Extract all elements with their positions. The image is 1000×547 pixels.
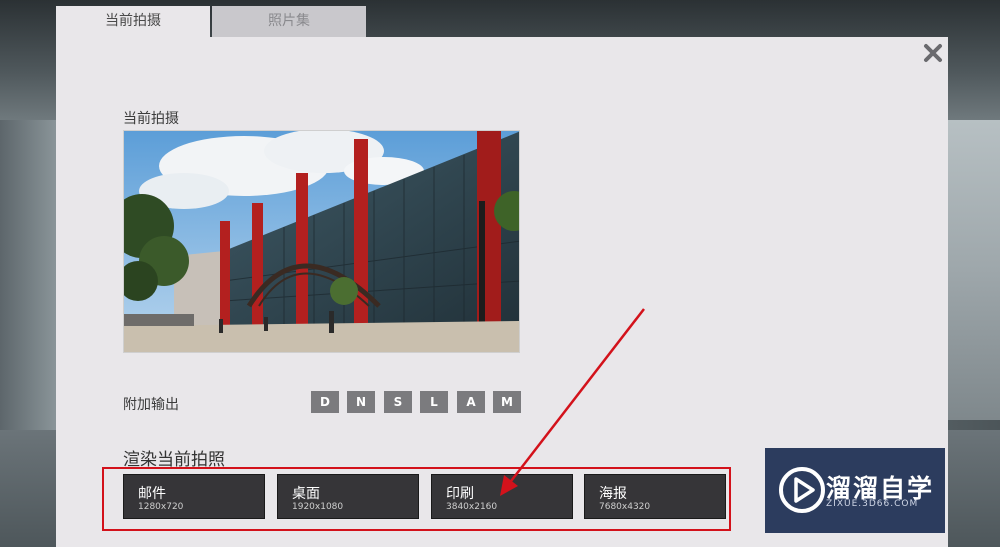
tab-current-shot[interactable]: 当前拍摄 bbox=[56, 6, 210, 37]
close-icon[interactable] bbox=[922, 42, 944, 64]
output-d-button[interactable]: D bbox=[311, 391, 339, 413]
output-m-button[interactable]: M bbox=[493, 391, 521, 413]
extra-output-label: 附加输出 bbox=[123, 397, 179, 413]
render-option-resolution: 1280x720 bbox=[138, 502, 184, 512]
current-shot-label: 当前拍摄 bbox=[123, 111, 179, 127]
render-option-resolution: 3840x2160 bbox=[446, 502, 498, 512]
watermark-subtitle: ZIXUE.3D66.COM bbox=[826, 499, 919, 509]
tab-photo-collection[interactable]: 照片集 bbox=[212, 6, 366, 37]
background-scene-wall bbox=[948, 120, 1000, 420]
render-desktop-button[interactable]: 桌面 1920x1080 bbox=[277, 474, 419, 519]
render-option-resolution: 1920x1080 bbox=[292, 502, 344, 512]
output-s-button[interactable]: S bbox=[384, 391, 412, 413]
render-option-resolution: 7680x4320 bbox=[599, 502, 651, 512]
render-option-name: 印刷 bbox=[446, 486, 474, 502]
render-option-name: 邮件 bbox=[138, 486, 166, 502]
play-logo-icon bbox=[779, 467, 825, 513]
render-email-button[interactable]: 邮件 1280x720 bbox=[123, 474, 265, 519]
output-l-button[interactable]: L bbox=[420, 391, 448, 413]
render-option-name: 桌面 bbox=[292, 486, 320, 502]
output-n-button[interactable]: N bbox=[347, 391, 375, 413]
render-option-name: 海报 bbox=[599, 486, 627, 502]
render-poster-button[interactable]: 海报 7680x4320 bbox=[584, 474, 726, 519]
render-print-button[interactable]: 印刷 3840x2160 bbox=[431, 474, 573, 519]
output-a-button[interactable]: A bbox=[457, 391, 485, 413]
building-render-image bbox=[124, 131, 519, 352]
current-shot-preview bbox=[123, 130, 520, 353]
